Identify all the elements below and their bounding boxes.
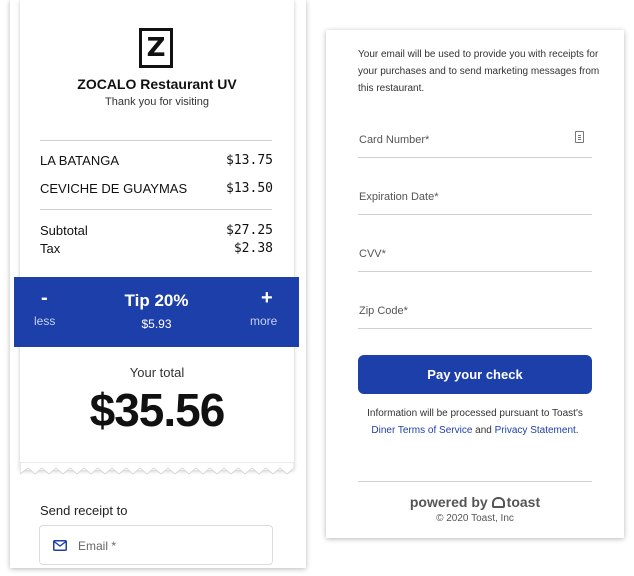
tax-label: Tax — [40, 241, 61, 256]
subtotal-value: $27.25 — [226, 223, 273, 238]
total-amount: $35.56 — [89, 384, 226, 436]
total-label: Your total — [129, 365, 185, 380]
expiration-date-field[interactable]: Expiration Date* — [358, 185, 592, 215]
divider — [358, 481, 592, 482]
cvv-label: CVV* — [359, 248, 386, 260]
envelope-icon — [53, 540, 67, 551]
card-number-field[interactable]: Card Number* — [358, 128, 592, 158]
legal-suffix: . — [575, 425, 579, 436]
legal-prefix: Information will be processed pursuant t… — [367, 408, 583, 419]
item-price: $13.50 — [226, 181, 273, 196]
item-price: $13.75 — [226, 153, 273, 168]
subtotal-row: Subtotal $27.25 — [40, 223, 273, 238]
email-usage-note: Your email will be used to provide you w… — [358, 49, 600, 94]
logo-letter: Z — [146, 33, 166, 63]
toast-logo-icon — [491, 497, 505, 508]
tax-row: Tax $2.38 — [40, 241, 273, 256]
line-item: CEVICHE DE GUAYMAS $13.50 — [40, 181, 273, 196]
divider — [40, 140, 272, 141]
zip-code-field[interactable]: Zip Code* — [358, 299, 592, 329]
cvv-field[interactable]: CVV* — [358, 242, 592, 272]
zip-code-label: Zip Code* — [359, 305, 408, 317]
expiration-date-label: Expiration Date* — [359, 191, 439, 203]
card-number-label: Card Number* — [359, 134, 430, 146]
divider — [40, 209, 272, 210]
privacy-statement-link[interactable]: Privacy Statement — [495, 425, 576, 436]
tip-more-label[interactable]: more — [250, 314, 277, 328]
pay-check-button[interactable]: Pay your check — [358, 355, 592, 394]
powered-by-label: powered by — [409, 494, 488, 510]
legal-and: and — [475, 425, 492, 436]
payment-panel — [326, 30, 624, 538]
send-receipt-label: Send receipt to — [40, 503, 128, 518]
item-name: LA BATANGA — [40, 153, 119, 168]
legal-notice: Information will be processed pursuant t… — [358, 405, 592, 439]
card-icon — [575, 131, 584, 143]
terms-of-service-link[interactable]: Diner Terms of Service — [371, 425, 472, 436]
tip-increase-button[interactable]: + — [261, 287, 273, 310]
restaurant-name: ZOCALO Restaurant UV — [77, 76, 237, 92]
subtotal-label: Subtotal — [40, 223, 88, 238]
tip-title: Tip 20% — [124, 291, 189, 310]
tax-value: $2.38 — [233, 241, 273, 256]
email-placeholder: Email * — [78, 539, 117, 553]
restaurant-logo: Z — [139, 28, 173, 68]
line-item: LA BATANGA $13.75 — [40, 153, 273, 168]
brand-name: toast — [506, 494, 541, 510]
copyright: © 2020 Toast, Inc — [436, 513, 514, 524]
tip-selector: - less Tip 20% $5.93 + more — [14, 277, 299, 347]
restaurant-subtitle: Thank you for visiting — [105, 96, 209, 108]
receipt-torn-edge — [20, 462, 294, 475]
email-field[interactable]: Email * — [39, 525, 273, 565]
powered-by-toast: powered by toast — [358, 494, 592, 510]
item-name: CEVICHE DE GUAYMAS — [40, 181, 188, 196]
